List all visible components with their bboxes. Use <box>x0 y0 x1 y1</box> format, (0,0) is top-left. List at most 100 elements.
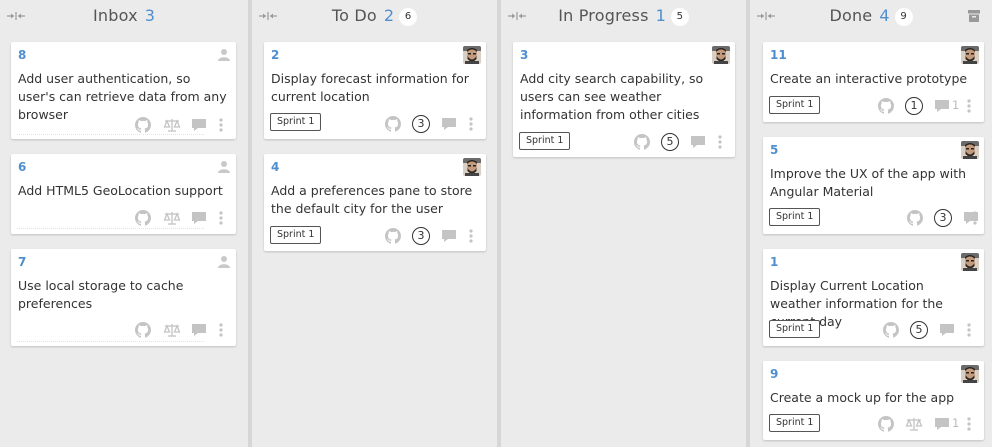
assignee-placeholder-icon[interactable] <box>218 255 230 268</box>
comment-icon[interactable] <box>441 227 457 245</box>
comment-icon[interactable] <box>191 321 207 339</box>
column-header: To Do 2 6 <box>252 0 497 34</box>
comment-icon[interactable] <box>934 415 950 433</box>
assignee-avatar[interactable] <box>712 46 730 64</box>
column-in-progress: In Progress 1 5 3 Add city search capabili… <box>501 0 746 447</box>
card-actions: 5 <box>883 321 978 339</box>
issue-title: Improve the UX of the app with Angular M… <box>770 166 967 199</box>
column-wip-limit: 5 <box>670 8 689 26</box>
card-actions: 3 <box>385 227 480 245</box>
issue-number[interactable]: 6 <box>18 160 26 174</box>
comment-icon[interactable] <box>191 116 207 134</box>
comment-count[interactable]: 1 <box>952 98 959 112</box>
assignee-avatar[interactable] <box>463 46 481 64</box>
assignee-avatar[interactable] <box>961 253 979 271</box>
issue-number[interactable]: 8 <box>18 48 26 62</box>
github-icon[interactable] <box>385 115 401 133</box>
assignee-placeholder-icon[interactable] <box>218 160 230 173</box>
github-icon[interactable] <box>883 321 899 339</box>
column-title: Inbox <box>93 6 138 25</box>
milestone-label[interactable]: Sprint 1 <box>769 320 821 338</box>
issue-card[interactable]: 2 Display forecast information for curre… <box>264 42 486 139</box>
issue-card[interactable]: 6 Add HTML5 GeoLocation support <box>11 154 236 234</box>
issue-title: Create an interactive prototype <box>770 71 968 86</box>
issue-card[interactable]: 4 Add a preferences pane to store the de… <box>264 154 486 251</box>
assignee-avatar[interactable] <box>961 46 979 64</box>
github-icon[interactable] <box>878 97 894 115</box>
issue-card[interactable]: 11 Create an interactive prototype Sprin… <box>763 42 984 122</box>
github-icon[interactable] <box>907 209 923 227</box>
github-icon[interactable] <box>135 209 151 227</box>
issue-title: Create a mock up for the app <box>770 390 955 405</box>
github-icon[interactable] <box>878 415 894 433</box>
kanban-board: Inbox 3 8 Add user authentication, so use… <box>0 0 992 447</box>
comment-icon[interactable] <box>939 321 955 339</box>
assignee-avatar[interactable] <box>961 141 979 159</box>
column-title: In Progress <box>558 6 649 25</box>
issue-number[interactable]: 3 <box>520 48 528 62</box>
issue-title: Display forecast information for current… <box>271 71 469 104</box>
milestone-label[interactable]: Sprint 1 <box>769 414 821 432</box>
estimate-badge[interactable]: 3 <box>934 209 952 227</box>
github-icon[interactable] <box>135 321 151 339</box>
issue-card[interactable]: 9 Create a mock up for the app Sprint 1 … <box>763 361 984 440</box>
issue-number[interactable]: 7 <box>18 255 26 269</box>
estimate-badge[interactable]: 3 <box>412 115 430 133</box>
menu-icon[interactable] <box>218 321 224 339</box>
card-actions: 3 <box>907 209 978 227</box>
issue-number[interactable]: 2 <box>271 48 279 62</box>
comment-icon[interactable] <box>191 209 207 227</box>
comment-icon[interactable] <box>934 97 950 115</box>
comment-count[interactable]: 1 <box>952 416 959 430</box>
assignee-avatar[interactable] <box>961 365 979 383</box>
column-issue-count: 4 <box>879 6 890 25</box>
issue-number[interactable]: 4 <box>271 160 279 174</box>
menu-icon[interactable] <box>717 133 723 151</box>
issue-card[interactable]: 3 Add city search capability, so users c… <box>513 42 735 157</box>
milestone-label[interactable]: Sprint 1 <box>769 208 821 226</box>
card-actions <box>135 116 230 134</box>
menu-icon[interactable] <box>972 209 978 227</box>
assignee-avatar[interactable] <box>463 158 481 176</box>
github-icon[interactable] <box>634 133 650 151</box>
estimate-badge[interactable]: 5 <box>910 321 928 339</box>
issue-card[interactable]: 5 Improve the UX of the app with Angular… <box>763 137 984 234</box>
milestone-label[interactable]: Sprint 1 <box>519 132 571 150</box>
archive-icon[interactable] <box>968 10 980 22</box>
milestone-label[interactable]: Sprint 1 <box>769 96 821 114</box>
issue-number[interactable]: 5 <box>770 143 778 157</box>
scale-icon[interactable] <box>905 415 923 433</box>
column-inbox: Inbox 3 8 Add user authentication, so use… <box>0 0 248 447</box>
card-actions: 1 1 <box>878 97 978 115</box>
assignee-placeholder-icon[interactable] <box>218 48 230 61</box>
menu-icon[interactable] <box>468 115 474 133</box>
issue-title: Add city search capability, so users can… <box>520 71 704 122</box>
column-title: Done <box>829 6 873 25</box>
menu-icon[interactable] <box>468 227 474 245</box>
github-icon[interactable] <box>385 227 401 245</box>
milestone-label[interactable]: Sprint 1 <box>270 113 322 131</box>
menu-icon[interactable] <box>218 209 224 227</box>
comment-icon[interactable] <box>441 115 457 133</box>
menu-icon[interactable] <box>966 415 972 433</box>
issue-number[interactable]: 9 <box>770 367 778 381</box>
issue-card[interactable]: 8 Add user authentication, so user's can… <box>11 42 236 139</box>
issue-card[interactable]: 1 Display Current Location weather infor… <box>763 249 984 346</box>
menu-icon[interactable] <box>966 97 972 115</box>
comment-icon[interactable] <box>690 133 706 151</box>
menu-icon[interactable] <box>966 321 972 339</box>
issue-number[interactable]: 1 <box>770 255 778 269</box>
column-issue-count: 2 <box>383 6 395 25</box>
column-header: Done 4 9 <box>750 0 992 34</box>
estimate-badge[interactable]: 3 <box>412 227 430 245</box>
estimate-badge[interactable]: 5 <box>661 133 679 151</box>
scale-icon[interactable] <box>163 209 181 227</box>
scale-icon[interactable] <box>163 116 181 134</box>
milestone-label[interactable]: Sprint 1 <box>270 226 322 244</box>
estimate-badge[interactable]: 1 <box>905 97 923 115</box>
github-icon[interactable] <box>135 116 151 134</box>
issue-number[interactable]: 11 <box>770 48 787 62</box>
issue-card[interactable]: 7 Use local storage to cache preferences <box>11 249 236 346</box>
scale-icon[interactable] <box>163 321 181 339</box>
menu-icon[interactable] <box>218 116 224 134</box>
